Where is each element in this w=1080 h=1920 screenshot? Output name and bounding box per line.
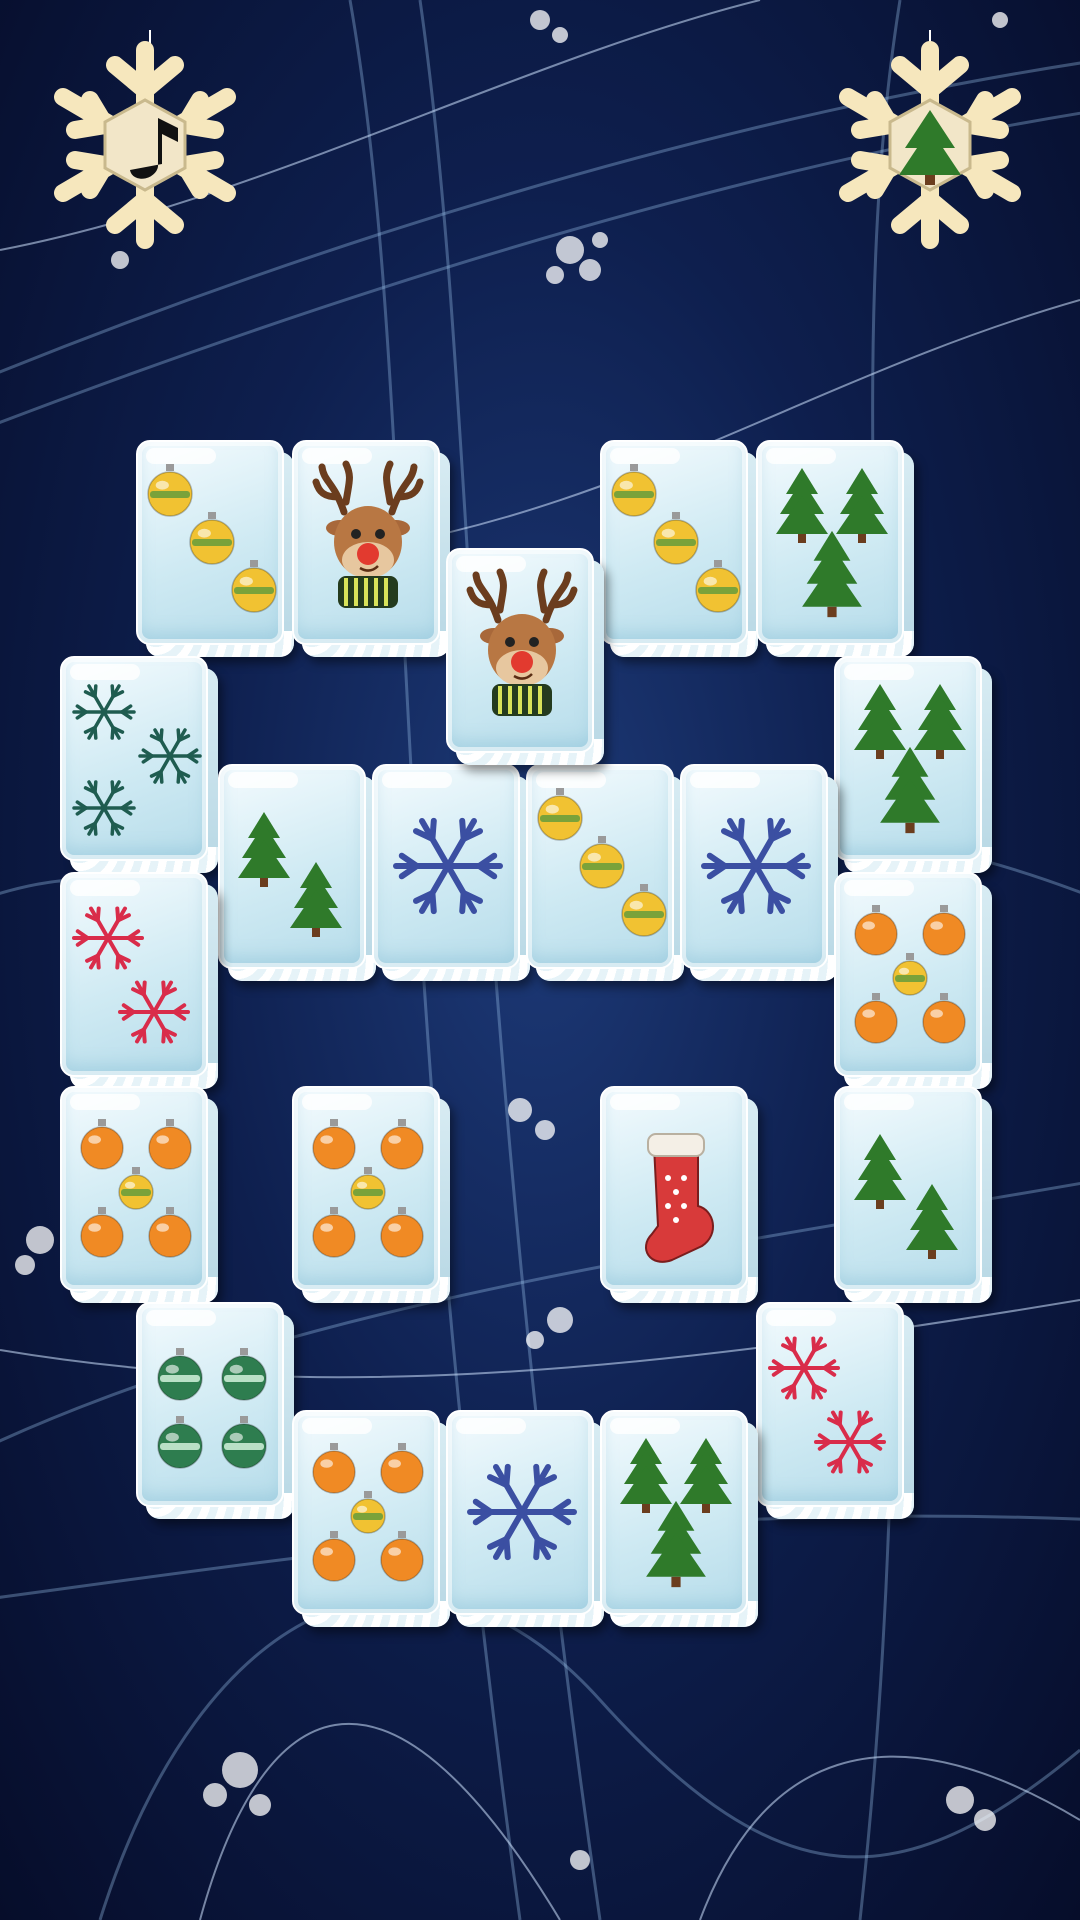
mahjong-tile[interactable] — [446, 1410, 604, 1627]
red-snowflakes-2-icon — [768, 1336, 886, 1474]
blue-snowflake-1-icon — [467, 1463, 577, 1561]
teal-snowflakes-3-icon — [72, 684, 202, 836]
mahjong-tile[interactable] — [136, 440, 294, 657]
green-ornaments-4-icon — [157, 1348, 267, 1469]
mahjong-tile[interactable] — [218, 764, 376, 981]
tile-face — [60, 1086, 208, 1291]
mahjong-tile[interactable] — [600, 1410, 758, 1627]
tile-face — [756, 1302, 904, 1507]
tile-face — [600, 1410, 748, 1615]
mahjong-tile[interactable] — [680, 764, 838, 981]
mahjong-tile[interactable] — [834, 656, 992, 873]
trees-2-icon — [238, 812, 342, 937]
tile-face — [60, 872, 208, 1077]
tile-face — [136, 1302, 284, 1507]
orange-ornaments-5-icon — [854, 905, 966, 1044]
trees-2-icon — [854, 1134, 958, 1259]
tile-face — [292, 1086, 440, 1291]
tile-face — [218, 764, 366, 969]
mahjong-tile[interactable] — [834, 1086, 992, 1303]
reindeer-icon — [312, 460, 424, 608]
mahjong-tile[interactable] — [372, 764, 530, 981]
red-snowflakes-2-icon — [72, 906, 190, 1044]
trees-3-icon — [776, 468, 888, 618]
tile-face — [680, 764, 828, 969]
tile-face — [600, 440, 748, 645]
mahjong-tile[interactable] — [60, 1086, 218, 1303]
tile-face — [292, 1410, 440, 1615]
mahjong-tile[interactable] — [292, 1086, 450, 1303]
mahjong-tile[interactable] — [292, 440, 450, 657]
mahjong-tile[interactable] — [756, 1302, 914, 1519]
reindeer-icon — [466, 568, 578, 716]
mahjong-tile[interactable] — [600, 1086, 758, 1303]
tile-face — [526, 764, 674, 969]
mahjong-tile[interactable] — [60, 872, 218, 1089]
tile-face — [756, 440, 904, 645]
trees-3-icon — [620, 1438, 732, 1588]
trees-3-icon — [854, 684, 966, 834]
gold-ornaments-3-icon — [537, 788, 667, 937]
mahjong-tile[interactable] — [60, 656, 218, 873]
tile-face — [600, 1086, 748, 1291]
tile-face — [372, 764, 520, 969]
mahjong-tile[interactable] — [136, 1302, 294, 1519]
mahjong-tile[interactable] — [526, 764, 684, 981]
blue-snowflake-1-icon — [701, 817, 811, 915]
mahjong-tile[interactable] — [446, 548, 604, 765]
tile-face — [834, 656, 982, 861]
tile-face — [136, 440, 284, 645]
orange-ornaments-5-icon — [312, 1443, 424, 1582]
gold-ornaments-3-icon — [611, 464, 741, 613]
tile-face — [834, 1086, 982, 1291]
blue-snowflake-1-icon — [393, 817, 503, 915]
mahjong-tile[interactable] — [756, 440, 914, 657]
tile-face — [292, 440, 440, 645]
tile-face — [834, 872, 982, 1077]
tile-face — [60, 656, 208, 861]
gold-ornaments-3-icon — [147, 464, 277, 613]
orange-ornaments-5-icon — [312, 1119, 424, 1258]
tile-face — [446, 1410, 594, 1615]
mahjong-board — [0, 0, 1080, 1920]
orange-ornaments-5-icon — [80, 1119, 192, 1258]
mahjong-tile[interactable] — [600, 440, 758, 657]
stocking-icon — [645, 1133, 714, 1263]
tile-face — [446, 548, 594, 753]
mahjong-tile[interactable] — [292, 1410, 450, 1627]
mahjong-tile[interactable] — [834, 872, 992, 1089]
